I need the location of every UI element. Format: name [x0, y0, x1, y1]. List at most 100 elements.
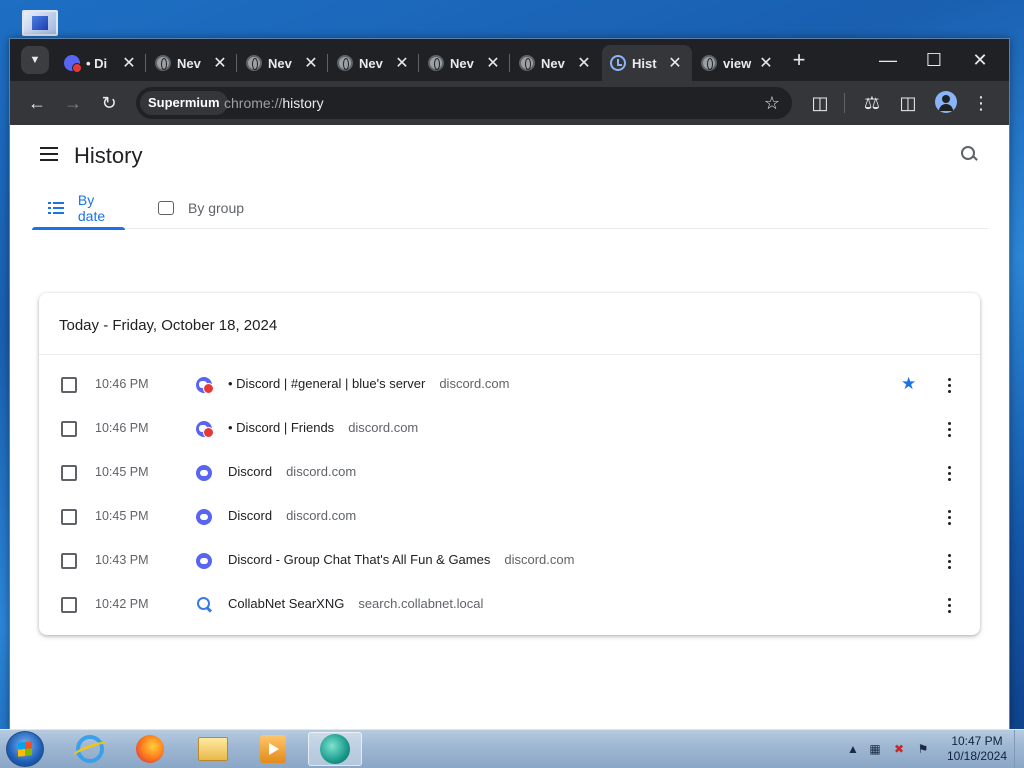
- entry-title[interactable]: Discord: [228, 508, 272, 523]
- row-menu-icon[interactable]: [939, 463, 959, 483]
- tab-new-tab[interactable]: Nev ✕: [238, 45, 328, 81]
- row-checkbox[interactable]: [61, 377, 77, 393]
- row-menu-icon[interactable]: [939, 375, 959, 395]
- tab-new-tab[interactable]: Nev ✕: [147, 45, 237, 81]
- tab-new-tab[interactable]: Nev ✕: [420, 45, 510, 81]
- desktop-computer-icon[interactable]: [16, 8, 62, 42]
- firefox-icon[interactable]: [123, 732, 177, 766]
- tab-close-icon[interactable]: ✕: [120, 53, 138, 73]
- extensions-icon[interactable]: ◫: [808, 91, 832, 115]
- tab-title: Nev: [359, 55, 383, 71]
- reload-button[interactable]: ↻: [97, 91, 121, 115]
- globe-icon: [701, 55, 717, 71]
- history-row[interactable]: 10:45 PM Discord discord.com: [39, 451, 980, 495]
- tab-close-icon[interactable]: ✕: [484, 53, 502, 73]
- row-checkbox[interactable]: [61, 597, 77, 613]
- media-player-icon[interactable]: [246, 732, 300, 766]
- tab-new-tab[interactable]: Nev ✕: [511, 45, 601, 81]
- entry-link[interactable]: CollabNet SearXNG search.collabnet.local: [228, 596, 483, 611]
- row-menu-icon[interactable]: [939, 419, 959, 439]
- tab-history[interactable]: Hist ✕: [602, 45, 692, 81]
- entry-domain: discord.com: [504, 552, 575, 567]
- tab-close-icon[interactable]: ✕: [666, 53, 684, 73]
- globe-icon: [428, 55, 444, 71]
- profile-chip[interactable]: Supermium: [140, 91, 228, 115]
- new-tab-button[interactable]: +: [788, 49, 810, 71]
- entry-domain: search.collabnet.local: [358, 596, 484, 611]
- forward-button[interactable]: →: [61, 91, 85, 115]
- tab-close-icon[interactable]: ✕: [575, 53, 593, 73]
- history-page: History By date By group Today - Friday,…: [10, 125, 1009, 729]
- tab-new-tab[interactable]: Nev ✕: [329, 45, 419, 81]
- entry-link[interactable]: Discord discord.com: [228, 464, 356, 479]
- visit-time: 10:46 PM: [95, 377, 149, 391]
- row-checkbox[interactable]: [61, 553, 77, 569]
- browser-window: ▼ • Di ✕ Nev ✕ Nev ✕ Nev ✕ Nev ✕ Nev ✕ H…: [9, 38, 1010, 730]
- entry-title[interactable]: Discord: [228, 464, 272, 479]
- clock-date: 10/18/2024: [946, 749, 1008, 763]
- history-row[interactable]: 10:45 PM Discord discord.com: [39, 495, 980, 539]
- tab-view[interactable]: view ✕: [693, 45, 783, 81]
- history-row[interactable]: 10:46 PM • Discord | Friends discord.com: [39, 407, 980, 451]
- back-button[interactable]: ←: [25, 91, 49, 115]
- action-center-flag-icon[interactable]: ⚑: [915, 742, 931, 756]
- minimize-button[interactable]: —: [868, 47, 908, 73]
- history-row[interactable]: 10:43 PM Discord - Group Chat That's All…: [39, 539, 980, 583]
- tab-close-icon[interactable]: ✕: [757, 53, 775, 73]
- entry-link[interactable]: • Discord | #general | blue's server disc…: [228, 376, 509, 391]
- url-text[interactable]: chrome://history: [224, 87, 324, 119]
- system-tray: ▲ ▦ ✖ ⚑ 10:47 PM 10/18/2024: [840, 730, 1024, 768]
- tab-by-group[interactable]: By group: [158, 187, 244, 229]
- row-checkbox[interactable]: [61, 421, 77, 437]
- tab-by-date[interactable]: By date: [32, 187, 125, 230]
- maximize-button[interactable]: ☐: [914, 47, 954, 73]
- labs-flask-icon[interactable]: ⚖: [860, 91, 884, 115]
- tab-close-icon[interactable]: ✕: [211, 53, 229, 73]
- row-menu-icon[interactable]: [939, 595, 959, 615]
- bookmarked-star-icon[interactable]: ★: [901, 374, 916, 394]
- entry-title[interactable]: • Discord | Friends: [228, 420, 334, 435]
- tab-discord[interactable]: • Di ✕: [56, 45, 146, 81]
- row-checkbox[interactable]: [61, 509, 77, 525]
- close-window-button[interactable]: ✕: [960, 47, 1000, 73]
- globe-icon: [519, 55, 535, 71]
- clock[interactable]: 10:47 PM 10/18/2024: [941, 734, 1013, 764]
- hamburger-menu-icon[interactable]: [40, 147, 58, 161]
- history-day-card: Today - Friday, October 18, 2024 10:46 P…: [39, 293, 980, 635]
- profile-avatar-icon[interactable]: [935, 91, 957, 113]
- tab-search-button[interactable]: ▼: [21, 46, 49, 74]
- row-menu-icon[interactable]: [939, 507, 959, 527]
- history-row[interactable]: 10:42 PM CollabNet SearXNG search.collabn…: [39, 583, 980, 627]
- entry-link[interactable]: Discord - Group Chat That's All Fun & Ga…: [228, 552, 574, 567]
- menu-kebab-icon[interactable]: ⋮: [969, 91, 993, 115]
- volume-muted-icon[interactable]: ✖: [891, 742, 907, 756]
- search-icon[interactable]: [960, 145, 978, 163]
- card-header: Today - Friday, October 18, 2024: [39, 293, 980, 355]
- tab-title: Nev: [177, 55, 201, 71]
- supermium-browser-icon[interactable]: [308, 732, 362, 766]
- row-menu-icon[interactable]: [939, 551, 959, 571]
- entry-title[interactable]: Discord - Group Chat That's All Fun & Ga…: [228, 552, 490, 567]
- network-icon[interactable]: ▦: [867, 742, 883, 756]
- internet-explorer-icon[interactable]: [63, 732, 117, 766]
- tab-close-icon[interactable]: ✕: [302, 53, 320, 73]
- bookmark-star-icon[interactable]: ☆: [764, 91, 780, 115]
- history-icon: [610, 55, 626, 71]
- tab-close-icon[interactable]: ✕: [393, 53, 411, 73]
- history-row[interactable]: 10:46 PM • Discord | #general | blue's s…: [39, 363, 980, 407]
- entry-title[interactable]: • Discord | #general | blue's server: [228, 376, 425, 391]
- side-panel-icon[interactable]: ◫: [896, 91, 920, 115]
- visit-time: 10:45 PM: [95, 509, 149, 523]
- entry-domain: discord.com: [286, 508, 357, 523]
- row-checkbox[interactable]: [61, 465, 77, 481]
- show-desktop-button[interactable]: [1014, 730, 1024, 768]
- entry-link[interactable]: Discord discord.com: [228, 508, 356, 523]
- address-bar[interactable]: Supermium chrome://history ☆: [136, 87, 792, 119]
- visit-time: 10:42 PM: [95, 597, 149, 611]
- file-explorer-icon[interactable]: [186, 732, 240, 766]
- entry-link[interactable]: • Discord | Friends discord.com: [228, 420, 418, 435]
- url-scheme: chrome://: [224, 95, 283, 111]
- show-hidden-icons-icon[interactable]: ▲: [845, 742, 861, 756]
- start-button[interactable]: [6, 731, 44, 767]
- entry-title[interactable]: CollabNet SearXNG: [228, 596, 344, 611]
